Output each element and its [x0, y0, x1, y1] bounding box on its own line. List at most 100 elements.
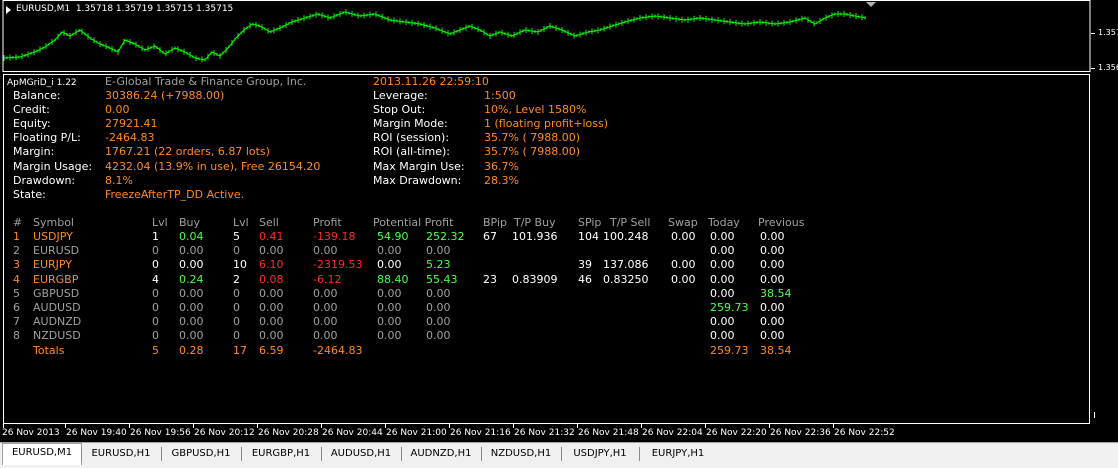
server-datetime: 2013.11.26 22:59:10: [373, 75, 489, 88]
chart-tab-nzdusd-h1[interactable]: NZDUSD,H1: [482, 445, 560, 463]
time-label: 26 Nov 22:52: [834, 428, 895, 438]
totals-today: 259.73: [710, 343, 749, 357]
table-cell-symbol: EURUSD: [33, 244, 80, 258]
chart-tab-eurusd-m1[interactable]: EURUSD,M1: [2, 443, 82, 465]
time-label: 26 Nov 19:56: [130, 428, 191, 438]
table-cell-sell: 0.00: [259, 315, 284, 329]
tab-separator: [241, 447, 242, 461]
table-header: T/P Buy: [514, 216, 556, 229]
totals-profit: -2464.83: [313, 343, 363, 357]
table-cell-prev: 38.54: [760, 286, 792, 300]
table-cell-pot2: 0.00: [426, 329, 451, 343]
table-cell-num: 4: [13, 272, 20, 286]
chart-tab-eurjpy-h1[interactable]: EURJPY,H1: [640, 445, 716, 463]
table-cell-lvl_s: 0: [233, 301, 240, 314]
table-header: Sell: [259, 216, 279, 229]
price-label-lower: 1.3565: [1098, 63, 1118, 72]
stat-value: 1:500: [484, 89, 516, 102]
price-label-upper: 1.3575: [1098, 28, 1118, 37]
table-cell-today: 0.00: [710, 329, 735, 343]
stat-value: 28.3%: [484, 173, 519, 187]
table-cell-prev: 0.00: [760, 244, 785, 258]
time-label: 26 Nov 21:48: [578, 428, 639, 438]
stat-label: ROI (all-time):: [373, 145, 451, 159]
totals-sell: 6.59: [259, 343, 284, 357]
table-cell-tpsell: 100.248: [603, 230, 649, 243]
table-cell-lvl_b: 0: [152, 258, 159, 272]
stat-value: 35.7% ( 7988.00): [484, 145, 581, 159]
stat-value: FreezeAfterTP_DD Active.: [105, 187, 245, 201]
table-cell-lvl_s: 2: [233, 272, 240, 286]
stat-label: Credit:: [13, 103, 50, 117]
table-cell-num: 3: [13, 258, 20, 272]
time-label: 26 Nov 22:36: [770, 428, 831, 438]
table-cell-num: 5: [13, 286, 20, 300]
table-cell-pot2: 252.32: [426, 230, 465, 243]
table-cell-lvl_s: 0: [233, 329, 240, 343]
time-label: 26 Nov 19:40: [66, 428, 127, 438]
table-cell-today: 0.00: [710, 272, 735, 286]
candle-series: [3, 9, 867, 63]
table-cell-symbol: AUDNZD: [33, 315, 82, 329]
table-header: T/P Sell: [610, 216, 651, 229]
table-header: Swap: [668, 216, 698, 229]
time-label: 26 Nov 20:28: [258, 428, 319, 438]
table-cell-profit: -139.18: [313, 230, 356, 243]
stat-value: 27921.41: [105, 117, 158, 131]
stat-label: Margin Usage:: [13, 159, 93, 173]
chart-tab-gbpusd-h1[interactable]: GBPUSD,H1: [162, 445, 240, 463]
time-label: 26 Nov 21:00: [386, 428, 447, 438]
table-header: Buy: [179, 216, 201, 229]
table-cell-profit: 0.00: [313, 301, 338, 314]
table-cell-buy: 0.00: [179, 244, 204, 258]
time-label: 26 Nov 22:20: [706, 428, 767, 438]
table-cell-pot1: 54.90: [377, 230, 409, 243]
table-header: Lvl: [152, 216, 168, 229]
stat-label: Balance:: [13, 89, 61, 102]
table-cell-pot2: 55.43: [426, 272, 458, 286]
table-cell-tpsell: 0.83250: [603, 272, 649, 286]
table-header: SPip: [578, 216, 602, 229]
chart-tab-audnzd-h1[interactable]: AUDNZD,H1: [402, 445, 480, 463]
table-cell-num: 7: [13, 315, 20, 329]
table-cell-lvl_s: 0: [233, 244, 240, 258]
table-cell-num: 6: [13, 301, 20, 314]
table-cell-today: 0.00: [710, 315, 735, 329]
table-header: Previous: [758, 216, 805, 229]
chart-tab-eurusd-h1[interactable]: EURUSD,H1: [82, 445, 160, 463]
table-header: Today: [708, 216, 740, 229]
table-cell-buy: 0.24: [179, 272, 204, 286]
chart-tab-eurgbp-h1[interactable]: EURGBP,H1: [242, 445, 320, 463]
table-cell-profit: -2319.53: [313, 258, 363, 272]
stat-label: Stop Out:: [373, 103, 426, 117]
time-label: 26 Nov 21:32: [514, 428, 575, 438]
table-cell-lvl_b: 1: [152, 230, 159, 243]
table-header: Profit: [313, 216, 342, 229]
table-cell-symbol: AUDUSD: [33, 301, 81, 314]
chart-tab-audusd-h1[interactable]: AUDUSD,H1: [322, 445, 400, 463]
table-cell-pot2: 0.00: [426, 301, 451, 314]
stat-value: -2464.83: [105, 131, 155, 145]
chart-tab-usdjpy-h1[interactable]: USDJPY,H1: [562, 445, 638, 463]
table-cell-today: 0.00: [710, 258, 735, 272]
totals-buy: 0.28: [179, 343, 204, 357]
table-cell-prev: 0.00: [760, 329, 785, 343]
totals-lvl_s: 17: [233, 343, 247, 357]
table-cell-prev: 0.00: [760, 301, 785, 314]
table-cell-profit: 0.00: [313, 315, 338, 329]
table-cell-sell: 0.00: [259, 286, 284, 300]
table-cell-today: 259.73: [710, 301, 749, 314]
table-cell-buy: 0.00: [179, 301, 204, 314]
table-cell-pot1: 0.00: [377, 258, 402, 272]
indicator-name: ApMGriD_i 1.22: [7, 78, 77, 88]
table-header: Symbol: [33, 216, 74, 229]
table-cell-prev: 0.00: [760, 230, 785, 243]
stat-value: 35.7% ( 7988.00): [484, 131, 581, 145]
table-cell-today: 0.00: [710, 286, 735, 300]
table-cell-symbol: USDJPY: [33, 230, 73, 243]
stat-label: Drawdown:: [13, 173, 76, 187]
table-cell-sell: 0.00: [259, 301, 284, 314]
table-cell-swap: 0.00: [671, 230, 696, 243]
table-cell-prev: 0.00: [760, 258, 785, 272]
broker-name: E-Global Trade & Finance Group, Inc.: [105, 75, 307, 88]
